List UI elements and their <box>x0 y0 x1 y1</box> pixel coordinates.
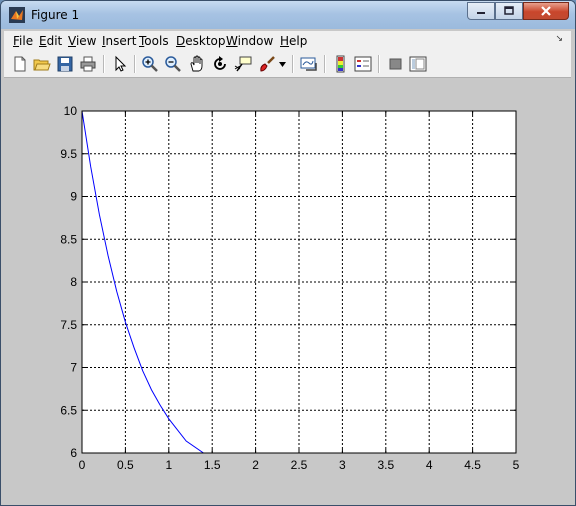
hide-plot-tools-icon[interactable] <box>387 55 405 73</box>
window-title: Figure 1 <box>31 8 80 22</box>
x-tick-label: 4 <box>426 458 433 472</box>
menu-window[interactable]: Window <box>226 34 273 48</box>
close-button[interactable] <box>523 2 569 20</box>
maximize-button[interactable] <box>495 2 523 20</box>
minimize-button[interactable] <box>467 2 495 20</box>
x-tick-label: 4.5 <box>464 458 481 472</box>
line-chart: 0 0.5 1 1.5 2 2.5 3 3.5 4 4.5 5 6 6.5 7 7.5 8 8.5 9 9.5 10 <box>60 104 520 472</box>
y-tick-label: 7 <box>70 361 77 375</box>
x-tick-label: 0 <box>79 458 86 472</box>
data-cursor-icon[interactable] <box>234 55 252 73</box>
show-plot-tools-icon[interactable] <box>409 55 427 73</box>
rotate-3d-icon[interactable] <box>211 55 229 73</box>
y-tick-label: 10 <box>64 104 78 118</box>
print-icon[interactable] <box>79 55 97 73</box>
menu-bar: File Edit View Insert Tools Desktop Wind… <box>4 31 571 51</box>
minimize-icon <box>477 12 485 14</box>
figure-toolbar <box>4 51 571 78</box>
brush-dropdown-icon[interactable] <box>279 62 286 68</box>
menu-file[interactable]: File <box>13 34 33 48</box>
x-tick-label: 0.5 <box>117 458 134 472</box>
toolbar-separator <box>134 55 136 73</box>
matlab-icon <box>9 7 25 23</box>
menu-tools[interactable]: Tools <box>139 34 169 48</box>
toolbar-separator <box>292 55 294 73</box>
toolbar-separator <box>324 55 326 73</box>
figure-canvas: 0 0.5 1 1.5 2 2.5 3 3.5 4 4.5 5 6 6.5 7 7.5 8 8.5 9 9.5 10 <box>4 78 571 502</box>
maximize-icon <box>504 6 514 15</box>
x-tick-label: 2.5 <box>291 458 308 472</box>
x-tick-label: 5 <box>513 458 520 472</box>
menu-insert[interactable]: Insert <box>102 34 136 48</box>
brush-icon[interactable] <box>258 55 276 73</box>
toolbar-separator <box>378 55 380 73</box>
link-plot-icon[interactable] <box>300 55 318 73</box>
y-tick-label: 8.5 <box>60 232 77 246</box>
x-tick-label: 3 <box>339 458 346 472</box>
zoom-in-icon[interactable] <box>141 55 159 73</box>
edit-plot-arrow-icon[interactable] <box>111 55 129 73</box>
figure-window: Figure 1 File Edit View Insert Tools Des… <box>0 0 576 506</box>
colorbar-icon[interactable] <box>332 55 350 73</box>
save-icon[interactable] <box>56 55 74 73</box>
y-tick-label: 7.5 <box>60 318 77 332</box>
y-tick-label: 8 <box>70 275 77 289</box>
menu-edit[interactable]: Edit <box>39 34 62 48</box>
dock-arrow-icon[interactable]: ↘ <box>555 34 563 44</box>
y-tick-label: 6.5 <box>60 403 77 417</box>
legend-icon[interactable] <box>354 55 372 73</box>
new-figure-icon[interactable] <box>11 55 29 73</box>
x-tick-label: 3.5 <box>377 458 394 472</box>
zoom-out-icon[interactable] <box>164 55 182 73</box>
y-tick-label: 9.5 <box>60 147 77 161</box>
toolbar-separator <box>103 55 105 73</box>
menu-help[interactable]: Help <box>280 34 307 48</box>
close-icon <box>541 6 551 16</box>
pan-hand-icon[interactable] <box>188 55 206 73</box>
title-bar[interactable]: Figure 1 <box>1 1 575 29</box>
x-tick-label: 1 <box>165 458 172 472</box>
menu-view[interactable]: View <box>68 34 96 48</box>
open-file-icon[interactable] <box>33 55 51 73</box>
x-tick-label: 1.5 <box>204 458 221 472</box>
x-tick-label: 2 <box>252 458 259 472</box>
y-tick-label: 9 <box>70 190 77 204</box>
menu-desktop[interactable]: Desktop <box>176 34 226 48</box>
y-tick-label: 6 <box>70 446 77 460</box>
